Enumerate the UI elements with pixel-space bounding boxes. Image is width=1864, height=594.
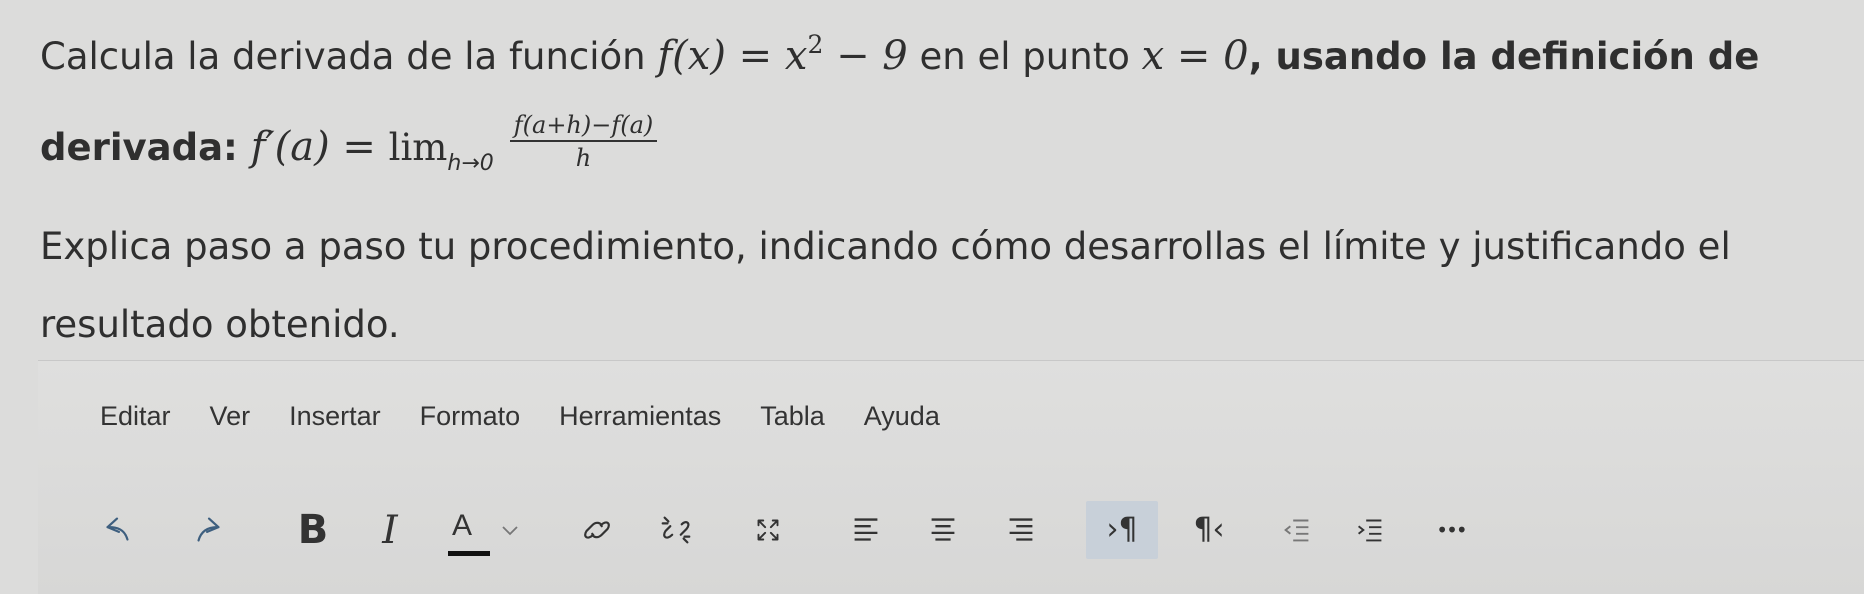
italic-icon[interactable]: I	[367, 507, 413, 553]
unlink-icon[interactable]	[653, 507, 699, 553]
limit-symbol: lim	[388, 126, 448, 169]
question-line-4: resultado obtenido.	[40, 303, 400, 346]
undo-icon[interactable]	[94, 507, 140, 553]
ltr-icon[interactable]: ›¶	[1086, 501, 1158, 559]
text-color-label: A	[452, 509, 473, 542]
derivative-label: derivada:	[40, 126, 251, 169]
menu-ayuda[interactable]: Ayuda	[864, 403, 940, 430]
align-left-icon[interactable]	[843, 507, 889, 553]
indent-icon[interactable]	[1347, 507, 1393, 553]
fullscreen-icon[interactable]	[745, 507, 791, 553]
menu-formato[interactable]: Formato	[420, 403, 521, 430]
link-icon[interactable]	[574, 507, 620, 553]
rtl-icon[interactable]: ¶‹	[1186, 507, 1232, 553]
menu-herramientas[interactable]: Herramientas	[559, 403, 721, 430]
more-icon[interactable]: •••	[1428, 507, 1474, 553]
question-line-2: derivada: f′(a) = limh→0 f(a+h)−f(a) h	[40, 113, 658, 178]
difference-quotient-denominator: h	[575, 144, 592, 172]
redo-icon[interactable]	[186, 507, 232, 553]
instruction-mid: en el punto	[907, 35, 1142, 78]
text-color-icon[interactable]: A	[448, 507, 496, 556]
align-right-icon[interactable]	[998, 507, 1044, 553]
instruction-start: Calcula la derivada de la función	[40, 35, 658, 78]
chevron-down-icon[interactable]	[498, 507, 522, 553]
limit-subscript: h→0	[447, 151, 494, 176]
function-expression: f(x) = x2 − 9	[657, 30, 908, 79]
difference-quotient: f(a+h)−f(a) h	[509, 113, 658, 172]
outdent-icon[interactable]	[1274, 507, 1320, 553]
align-center-icon[interactable]	[920, 507, 966, 553]
derivative-definition: f′(a) =	[250, 124, 389, 170]
menu-tabla[interactable]: Tabla	[760, 403, 825, 430]
evaluation-point: x = 0	[1141, 33, 1249, 79]
rich-text-editor: Editar Ver Insertar Formato Herramientas…	[38, 360, 1864, 594]
bold-icon[interactable]: B	[290, 507, 336, 553]
menu-ver[interactable]: Ver	[210, 403, 251, 430]
question-line-1: Calcula la derivada de la función f(x) =…	[40, 32, 1759, 76]
menu-insertar[interactable]: Insertar	[289, 403, 381, 430]
menu-editar[interactable]: Editar	[100, 403, 171, 430]
instruction-bold-end: , usando la definición de	[1248, 35, 1760, 78]
editor-menu-bar: Editar Ver Insertar Formato Herramientas…	[100, 403, 940, 430]
question-line-3: Explica paso a paso tu procedimiento, in…	[40, 225, 1731, 268]
difference-quotient-numerator: f(a+h)−f(a)	[509, 113, 658, 142]
text-color-swatch	[448, 551, 490, 556]
editor-toolbar: B I A ›¶ ¶‹ •••	[38, 497, 1838, 567]
